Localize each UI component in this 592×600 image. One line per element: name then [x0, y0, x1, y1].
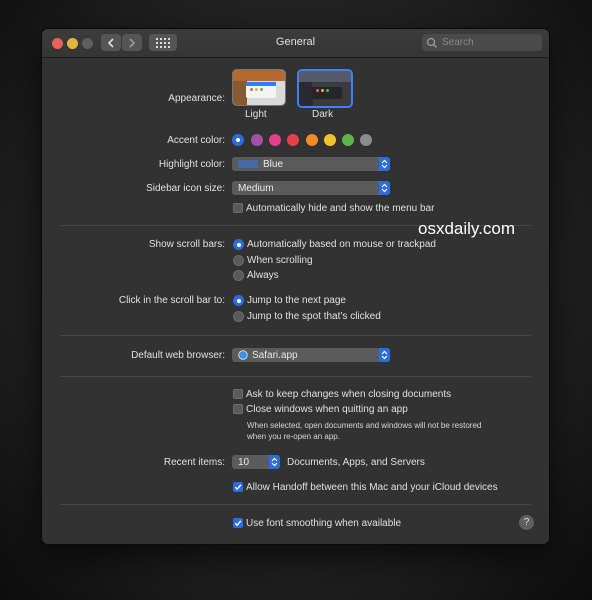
scroll-bars-always-radio[interactable]: [233, 270, 244, 281]
appearance-light-thumbnail[interactable]: [232, 69, 286, 106]
close-windows-note-line2: when you re-open an app.: [247, 432, 340, 441]
highlight-color-value: Blue: [263, 158, 284, 170]
safari-compass-icon: [238, 350, 248, 360]
help-button[interactable]: ?: [519, 515, 534, 530]
close-windows-label: Close windows when quitting an app: [246, 404, 408, 415]
sidebar-icon-size-popup[interactable]: Medium: [232, 181, 390, 195]
recent-items-popup[interactable]: 10: [232, 455, 280, 469]
search-placeholder: Search: [442, 37, 474, 48]
search-field[interactable]: Search: [422, 34, 542, 51]
font-smoothing-label: Use font smoothing when available: [246, 518, 402, 529]
title-bar: General Search: [42, 29, 549, 58]
click-scroll-bar-label: Click in the scroll bar to:: [118, 295, 225, 306]
scroll-bars-when-scrolling-label: When scrolling: [247, 255, 313, 266]
accent-color-label: Accent color:: [167, 135, 225, 146]
recent-items-suffix: Documents, Apps, and Servers: [287, 457, 425, 468]
scroll-bars-always-label: Always: [247, 270, 279, 281]
font-smoothing-checkbox[interactable]: [233, 518, 243, 528]
search-icon: [426, 37, 437, 48]
accent-swatch-multicolor[interactable]: [232, 134, 244, 146]
appearance-label: Appearance:: [168, 93, 225, 104]
accent-swatch-graphite[interactable]: [360, 134, 372, 146]
scroll-click-spot-radio[interactable]: [233, 311, 244, 322]
ask-keep-changes-checkbox[interactable]: [233, 389, 243, 399]
accent-swatch-orange[interactable]: [306, 134, 318, 146]
scroll-click-next-page-label: Jump to the next page: [247, 295, 346, 306]
scroll-bars-auto-radio[interactable]: [233, 239, 244, 250]
section-divider: [60, 504, 531, 505]
allow-handoff-checkbox[interactable]: [233, 482, 243, 492]
scroll-click-spot-label: Jump to the spot that’s clicked: [247, 311, 381, 322]
checkmark-icon: [234, 484, 242, 491]
close-windows-checkbox[interactable]: [233, 404, 243, 414]
highlight-color-label: Highlight color:: [158, 159, 225, 170]
auto-hide-menu-bar-checkbox[interactable]: [233, 203, 243, 213]
popup-arrows-icon: [379, 348, 390, 362]
highlight-color-swatch: [238, 160, 258, 168]
popup-arrows-icon: [379, 181, 390, 195]
popup-arrows-icon: [269, 455, 280, 469]
highlight-color-popup[interactable]: Blue: [232, 157, 390, 171]
recent-items-value: 10: [238, 456, 250, 468]
appearance-dark-thumbnail[interactable]: [297, 69, 353, 108]
general-preferences-window: General Search Appearance: Light Dark Ac…: [42, 29, 549, 544]
scroll-click-next-page-radio[interactable]: [233, 295, 244, 306]
popup-arrows-icon: [379, 157, 390, 171]
checkmark-icon: [234, 520, 242, 527]
accent-swatch-purple[interactable]: [251, 134, 263, 146]
accent-swatch-pink[interactable]: [269, 134, 281, 146]
show-scroll-bars-label: Show scroll bars:: [148, 239, 225, 250]
default-browser-popup[interactable]: Safari.app: [232, 348, 390, 362]
appearance-dark-label: Dark: [312, 109, 334, 120]
accent-swatch-yellow[interactable]: [324, 134, 336, 146]
default-browser-label: Default web browser:: [131, 350, 225, 361]
section-divider: [60, 335, 531, 336]
ask-keep-changes-label: Ask to keep changes when closing documen…: [246, 389, 452, 400]
accent-swatch-red[interactable]: [287, 134, 299, 146]
default-browser-value: Safari.app: [252, 349, 298, 361]
sidebar-icon-size-value: Medium: [238, 182, 274, 194]
watermark-text: osxdaily.com: [418, 219, 515, 238]
scroll-bars-auto-label: Automatically based on mouse or trackpad: [247, 239, 436, 250]
close-windows-note-line1: When selected, open documents and window…: [247, 421, 482, 430]
allow-handoff-label: Allow Handoff between this Mac and your …: [246, 482, 498, 493]
auto-hide-menu-bar-label: Automatically hide and show the menu bar: [246, 203, 435, 214]
sidebar-icon-size-label: Sidebar icon size:: [146, 183, 225, 194]
appearance-light-label: Light: [245, 109, 267, 120]
accent-swatch-green[interactable]: [342, 134, 354, 146]
recent-items-label: Recent items:: [163, 457, 225, 468]
scroll-bars-when-scrolling-radio[interactable]: [233, 255, 244, 266]
section-divider: [60, 376, 531, 377]
